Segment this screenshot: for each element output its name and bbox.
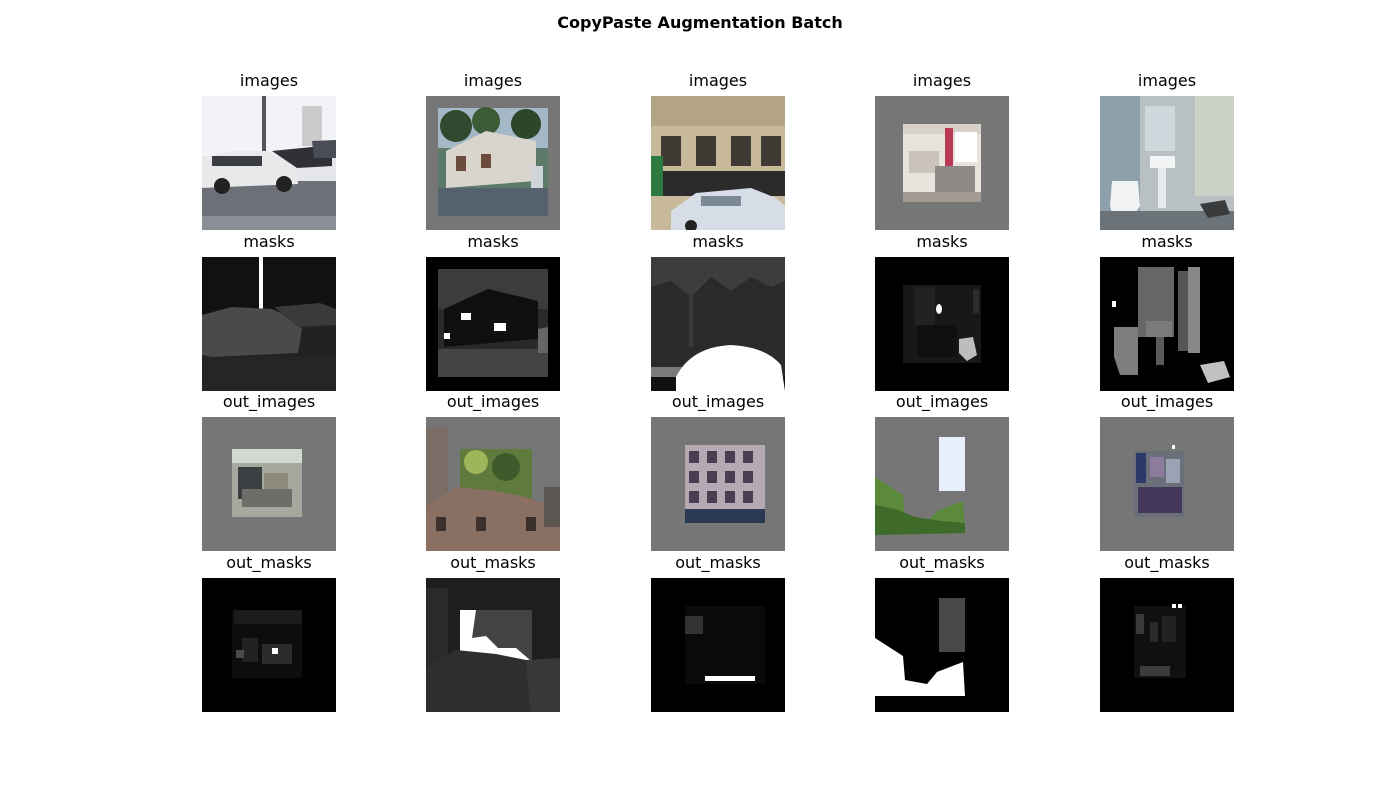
kitchen-image — [875, 96, 1009, 230]
panel-title: images — [239, 71, 299, 90]
panel-title: out_masks — [226, 553, 312, 572]
panel-title: masks — [916, 232, 968, 251]
out-office-mask — [202, 578, 336, 712]
house-mask — [426, 257, 560, 391]
out-facade-image — [651, 417, 785, 551]
panel-title: masks — [467, 232, 519, 251]
building-facade-image — [651, 96, 785, 230]
car-mask — [202, 257, 336, 391]
panel-title: images — [688, 71, 748, 90]
kitchen-mask — [875, 257, 1009, 391]
panel-title: out_masks — [1124, 553, 1210, 572]
out-facade-mask — [651, 578, 785, 712]
panel-title: images — [463, 71, 523, 90]
panel-title: out_masks — [899, 553, 985, 572]
panel-title: images — [912, 71, 972, 90]
panel-title: masks — [1141, 232, 1193, 251]
out-old-town-image — [426, 417, 560, 551]
out-office-image — [202, 417, 336, 551]
out-grass-window-mask — [875, 578, 1009, 712]
panel-title: images — [1137, 71, 1197, 90]
bathroom-mask — [1100, 257, 1234, 391]
out-room-image — [1100, 417, 1234, 551]
panel-title: out_masks — [675, 553, 761, 572]
panel-title: masks — [243, 232, 295, 251]
figure-title: CopyPaste Augmentation Batch — [557, 13, 843, 32]
street-scene-image — [202, 96, 336, 230]
bathroom-image — [1100, 96, 1234, 230]
panel-title: out_images — [895, 392, 989, 411]
panel-title: out_images — [1120, 392, 1214, 411]
out-grass-window-image — [875, 417, 1009, 551]
out-old-town-mask — [426, 578, 560, 712]
out-room-mask — [1100, 578, 1234, 712]
panel-title: out_images — [671, 392, 765, 411]
street-mask — [651, 257, 785, 391]
panel-title: out_images — [446, 392, 540, 411]
panel-title: masks — [692, 232, 744, 251]
house-image — [426, 96, 560, 230]
panel-title: out_masks — [450, 553, 536, 572]
panel-title: out_images — [222, 392, 316, 411]
